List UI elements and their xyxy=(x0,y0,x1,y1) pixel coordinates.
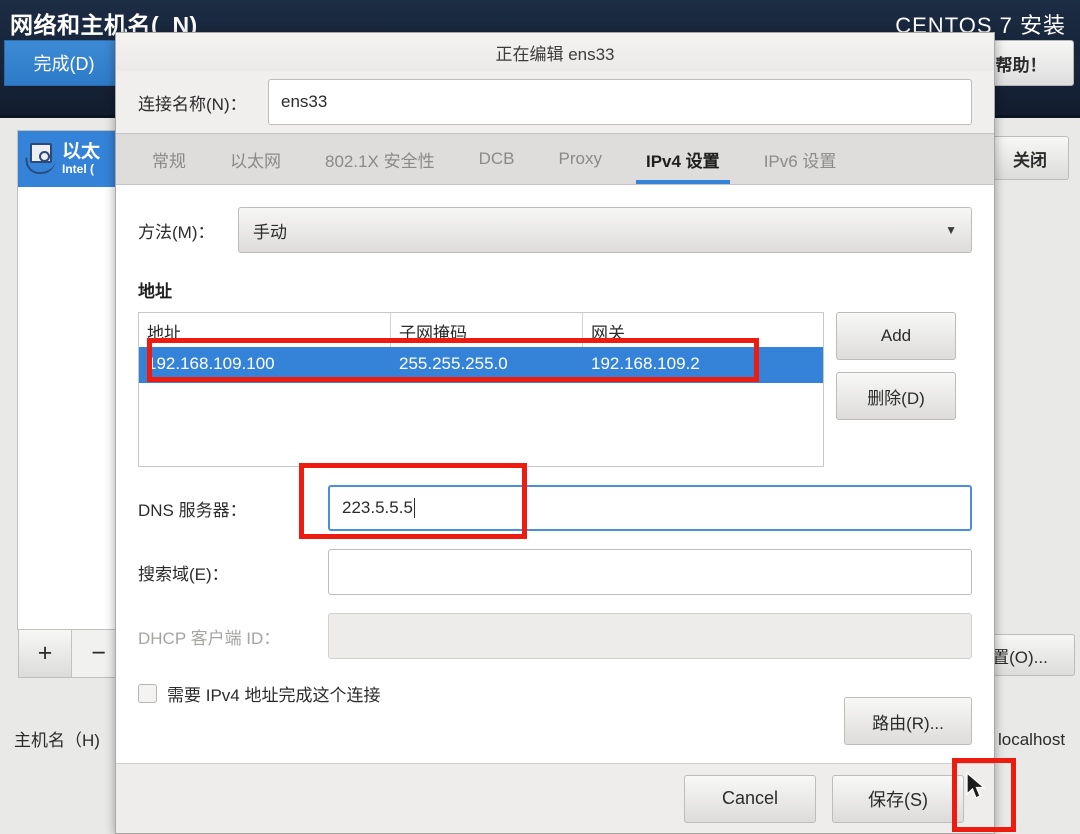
tab-ethernet[interactable]: 以太网 xyxy=(208,134,303,184)
tab-8021x[interactable]: 802.1X 安全性 xyxy=(303,134,457,184)
dhcp-client-id-row: DHCP 客户端 ID： xyxy=(138,613,972,659)
addresses-area: 地址 子网掩码 网关 192.168.109.100 255.255.255.0… xyxy=(138,312,972,467)
table-row[interactable]: 192.168.109.100 255.255.255.0 192.168.10… xyxy=(139,347,823,383)
dns-label: DNS 服务器： xyxy=(138,500,247,520)
cell-gateway: 192.168.109.2 xyxy=(591,354,700,373)
address-actions: Add 删除(D) xyxy=(836,312,956,467)
add-device-button[interactable]: + xyxy=(19,630,73,677)
dhcp-client-id-input xyxy=(328,613,972,659)
dhcp-client-id-label: DHCP 客户端 ID： xyxy=(138,628,281,648)
require-ipv4-checkbox[interactable] xyxy=(138,684,157,703)
edit-connection-dialog: 正在编辑 ens33 连接名称(N)： ens33 常规 以太网 802.1X … xyxy=(115,32,995,834)
search-domain-input[interactable] xyxy=(328,549,972,595)
connection-name-input[interactable]: ens33 xyxy=(268,79,972,125)
connection-name-label: 连接名称(N)： xyxy=(138,94,247,114)
tab-ipv4[interactable]: IPv4 设置 xyxy=(624,134,742,184)
dns-row: DNS 服务器： 223.5.5.5 xyxy=(138,485,972,531)
dialog-title: 正在编辑 ens33 xyxy=(116,33,994,71)
dialog-footer: Cancel 保存(S) xyxy=(116,763,994,833)
device-name: 以太 xyxy=(62,141,101,162)
hostname-value: localhost xyxy=(998,730,1066,749)
ipv4-settings-panel: 方法(M)： 手动 ▼ 地址 地址 子网掩码 网关 192.168.109.10… xyxy=(116,185,994,763)
delete-address-button[interactable]: 删除(D) xyxy=(836,372,956,420)
addresses-table[interactable]: 地址 子网掩码 网关 192.168.109.100 255.255.255.0… xyxy=(138,312,824,467)
connection-name-row: 连接名称(N)： ens33 xyxy=(116,71,994,133)
cell-address: 192.168.109.100 xyxy=(147,354,275,373)
close-button[interactable]: 关闭 xyxy=(991,136,1069,180)
list-item[interactable]: 以太 Intel ( xyxy=(18,131,126,187)
save-button[interactable]: 保存(S) xyxy=(832,774,964,823)
text-cursor-icon xyxy=(413,498,415,518)
chevron-down-icon: ▼ xyxy=(945,223,957,237)
search-domain-label: 搜索域(E)： xyxy=(138,564,229,584)
addresses-section-title: 地址 xyxy=(138,282,172,301)
device-list[interactable]: 以太 Intel ( xyxy=(17,130,127,630)
method-label: 方法(M)： xyxy=(138,222,215,242)
device-sub: Intel ( xyxy=(62,161,94,176)
method-value: 手动 xyxy=(253,222,287,242)
tab-proxy[interactable]: Proxy xyxy=(537,134,624,184)
dns-value: 223.5.5.5 xyxy=(342,498,413,517)
cell-netmask: 255.255.255.0 xyxy=(399,354,508,373)
search-domain-row: 搜索域(E)： xyxy=(138,549,972,595)
add-address-button[interactable]: Add xyxy=(836,312,956,360)
table-header: 地址 子网掩码 网关 xyxy=(139,313,823,347)
require-ipv4-label: 需要 IPv4 地址完成这个连接 xyxy=(167,686,381,705)
tab-ipv6[interactable]: IPv6 设置 xyxy=(742,134,859,184)
column-header-netmask: 子网掩码 xyxy=(391,313,583,347)
ethernet-icon xyxy=(24,140,62,178)
dns-servers-input[interactable]: 223.5.5.5 xyxy=(328,485,972,531)
screen: 网络和主机名(_N) CENTOS 7 安装 完成(D) 帮助！ 以太 Inte… xyxy=(0,0,1080,834)
device-text: 以太 Intel ( xyxy=(62,142,100,177)
routes-button[interactable]: 路由(R)... xyxy=(844,697,972,745)
method-row: 方法(M)： 手动 ▼ xyxy=(138,207,972,253)
tab-general[interactable]: 常规 xyxy=(130,134,208,184)
column-header-gateway: 网关 xyxy=(591,324,625,343)
cancel-button[interactable]: Cancel xyxy=(684,774,816,823)
hostname-label: 主机名（H) xyxy=(14,731,100,750)
tab-dcb[interactable]: DCB xyxy=(457,134,537,184)
device-toolbar: + − xyxy=(18,630,126,678)
column-header-address: 地址 xyxy=(139,313,391,347)
method-select[interactable]: 手动 ▼ xyxy=(238,207,972,253)
done-button[interactable]: 完成(D) xyxy=(4,40,124,86)
tab-bar: 常规 以太网 802.1X 安全性 DCB Proxy IPv4 设置 IPv6… xyxy=(116,133,994,185)
